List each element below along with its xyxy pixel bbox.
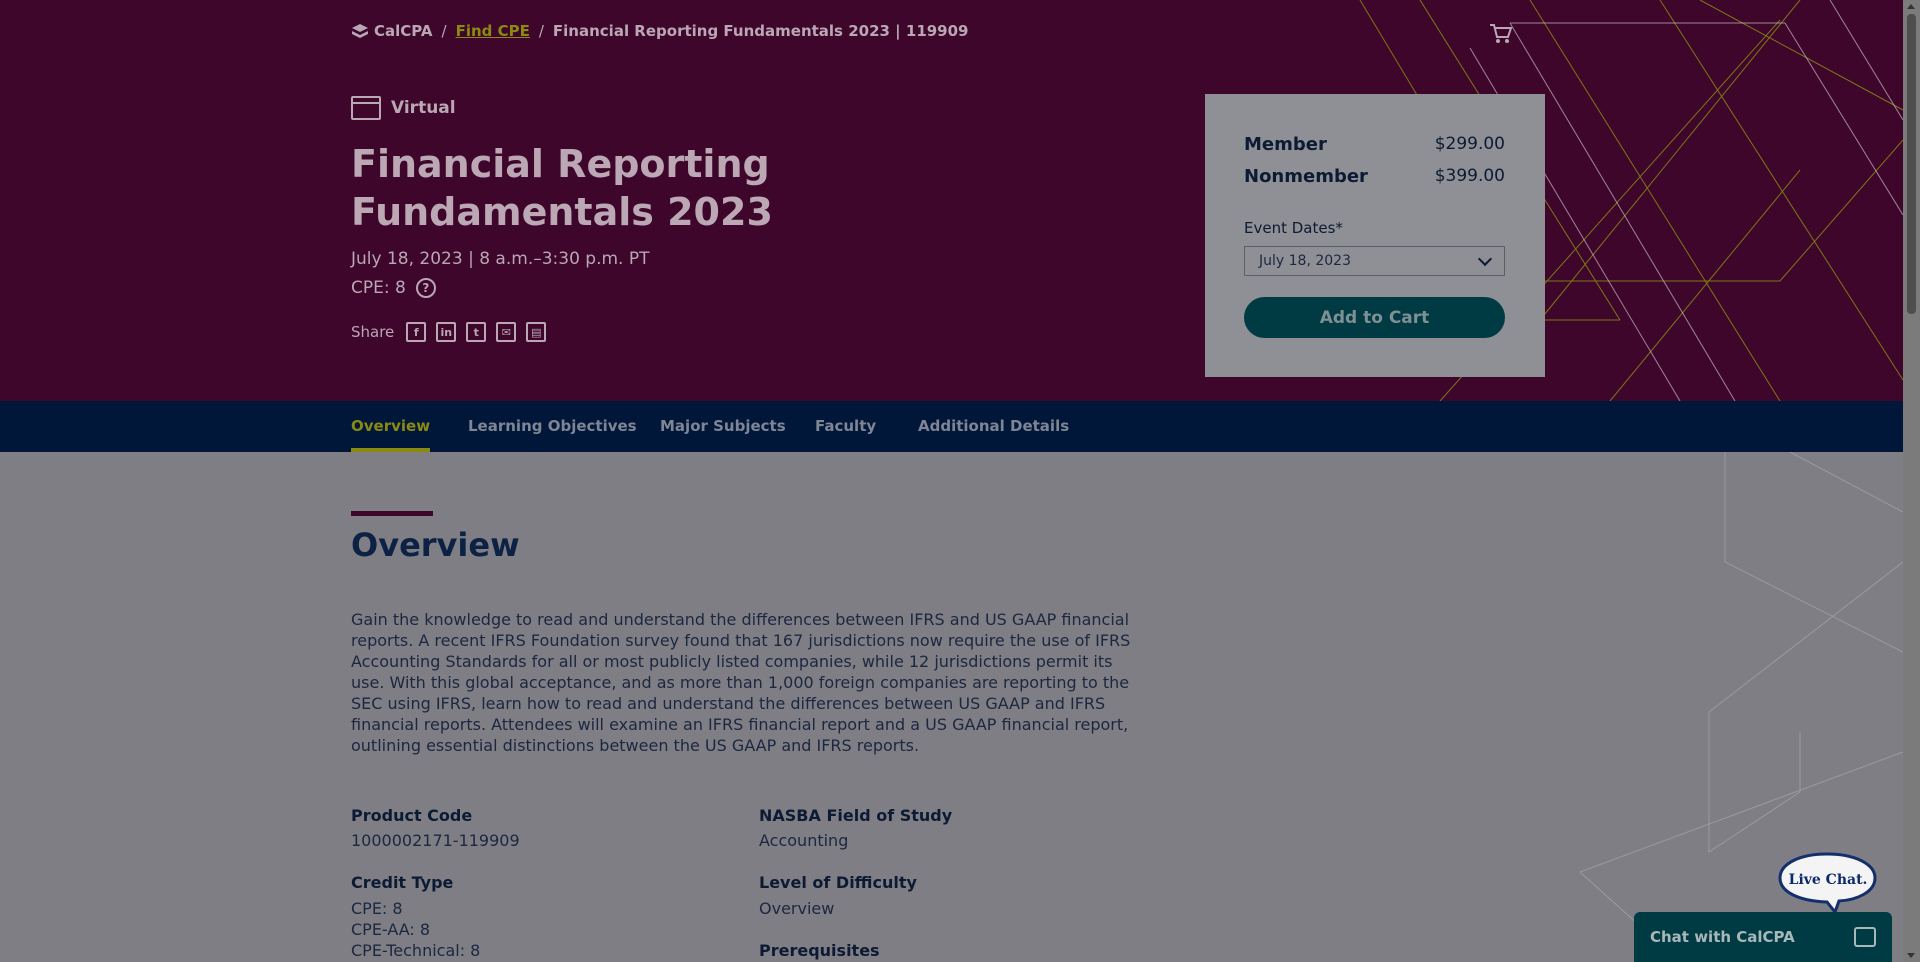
- add-to-cart-button[interactable]: Add to Cart: [1244, 297, 1505, 338]
- chevron-down-icon: [1477, 251, 1493, 266]
- breadcrumb-separator: /: [441, 22, 447, 40]
- event-cpe: CPE: 8 ?: [351, 278, 436, 298]
- field-of-study-value: Accounting: [759, 831, 849, 850]
- page-scrollbar[interactable]: [1903, 0, 1920, 962]
- tab-learning-objectives[interactable]: Learning Objectives: [468, 401, 637, 452]
- share-label: Share: [351, 323, 395, 341]
- scroll-up-arrow-icon[interactable]: [1907, 4, 1915, 9]
- breadcrumb: CalCPA / Find CPE / Financial Reporting …: [351, 20, 969, 42]
- section-tabs: Overview Learning Objectives Major Subje…: [0, 401, 1903, 452]
- breadcrumb-separator: /: [538, 22, 544, 40]
- live-chat-bubble[interactable]: Live Chat.: [1777, 852, 1878, 914]
- format-label: Virtual: [391, 98, 456, 118]
- breadcrumb-find-cpe-link[interactable]: Find CPE: [456, 22, 530, 40]
- cpe-credits: CPE: 8: [351, 278, 406, 298]
- event-dates-select[interactable]: July 18, 2023: [1244, 246, 1505, 276]
- brand-name: CalCPA: [374, 22, 433, 40]
- nonmember-price: $399.00: [1434, 166, 1505, 186]
- email-icon[interactable]: ✉: [496, 322, 517, 342]
- overview-heading: Overview: [351, 526, 520, 564]
- event-dates-value: July 18, 2023: [1259, 253, 1351, 269]
- breadcrumb-current: Financial Reporting Fundamentals 2023 | …: [552, 22, 969, 40]
- event-dates-label: Event Dates*: [1244, 219, 1343, 237]
- chat-bar-label: Chat with CalCPA: [1650, 928, 1795, 946]
- twitter-icon[interactable]: t: [466, 322, 487, 342]
- difficulty-value: Overview: [759, 899, 835, 918]
- tab-major-subjects[interactable]: Major Subjects: [660, 401, 786, 452]
- overview-accent-bar: [351, 511, 433, 516]
- help-icon[interactable]: ?: [415, 278, 436, 298]
- live-chat-text: Live Chat.: [1789, 872, 1868, 888]
- field-of-study-label: NASBA Field of Study: [759, 806, 953, 825]
- chat-bar[interactable]: Chat with CalCPA: [1634, 912, 1892, 962]
- credit-type-label: Credit Type: [351, 873, 454, 892]
- facebook-icon[interactable]: f: [406, 322, 427, 342]
- linkedin-icon[interactable]: in: [436, 322, 457, 342]
- event-format: Virtual: [351, 96, 456, 120]
- share-bar: Share f in t ✉ ▤: [351, 322, 547, 342]
- cart-icon[interactable]: [1489, 23, 1513, 45]
- page-title: Financial Reporting Fundamentals 2023: [351, 142, 773, 234]
- credit-type-item: CPE-AA: 8: [351, 920, 431, 939]
- member-price: $299.00: [1434, 134, 1505, 154]
- tab-additional-details[interactable]: Additional Details: [918, 401, 1069, 452]
- print-icon[interactable]: ▤: [526, 322, 547, 342]
- member-price-row: Member $299.00: [1244, 134, 1505, 155]
- chat-icon: [1854, 927, 1876, 947]
- tab-overview[interactable]: Overview: [351, 401, 431, 452]
- hero-decorative-lines: [1359, 0, 1903, 401]
- credit-type-item: CPE-Technical: 8: [351, 941, 481, 960]
- product-code-label: Product Code: [351, 806, 473, 825]
- tab-faculty[interactable]: Faculty: [815, 401, 876, 452]
- prerequisites-label: Prerequisites: [759, 941, 880, 960]
- calcpa-logo-icon: [352, 24, 368, 38]
- product-code-value: 1000002171-119909: [351, 831, 520, 850]
- difficulty-label: Level of Difficulty: [759, 873, 917, 892]
- scroll-thumb[interactable]: [1907, 14, 1916, 314]
- member-label: Member: [1244, 134, 1327, 155]
- event-date-time: July 18, 2023 | 8 a.m.–3:30 p.m. PT: [351, 249, 650, 269]
- calcpa-logo[interactable]: CalCPA: [351, 22, 433, 40]
- browser-window-icon: [351, 96, 381, 120]
- scroll-down-arrow-icon[interactable]: [1907, 953, 1915, 958]
- credit-type-item: CPE: 8: [351, 899, 403, 918]
- overview-description: Gain the knowledge to read and understan…: [351, 610, 1131, 755]
- pricing-card: Member $299.00 Nonmember $399.00 Event D…: [1205, 94, 1545, 377]
- nonmember-price-row: Nonmember $399.00: [1244, 166, 1505, 187]
- nonmember-label: Nonmember: [1244, 166, 1368, 187]
- event-hero: CalCPA / Find CPE / Financial Reporting …: [0, 0, 1903, 401]
